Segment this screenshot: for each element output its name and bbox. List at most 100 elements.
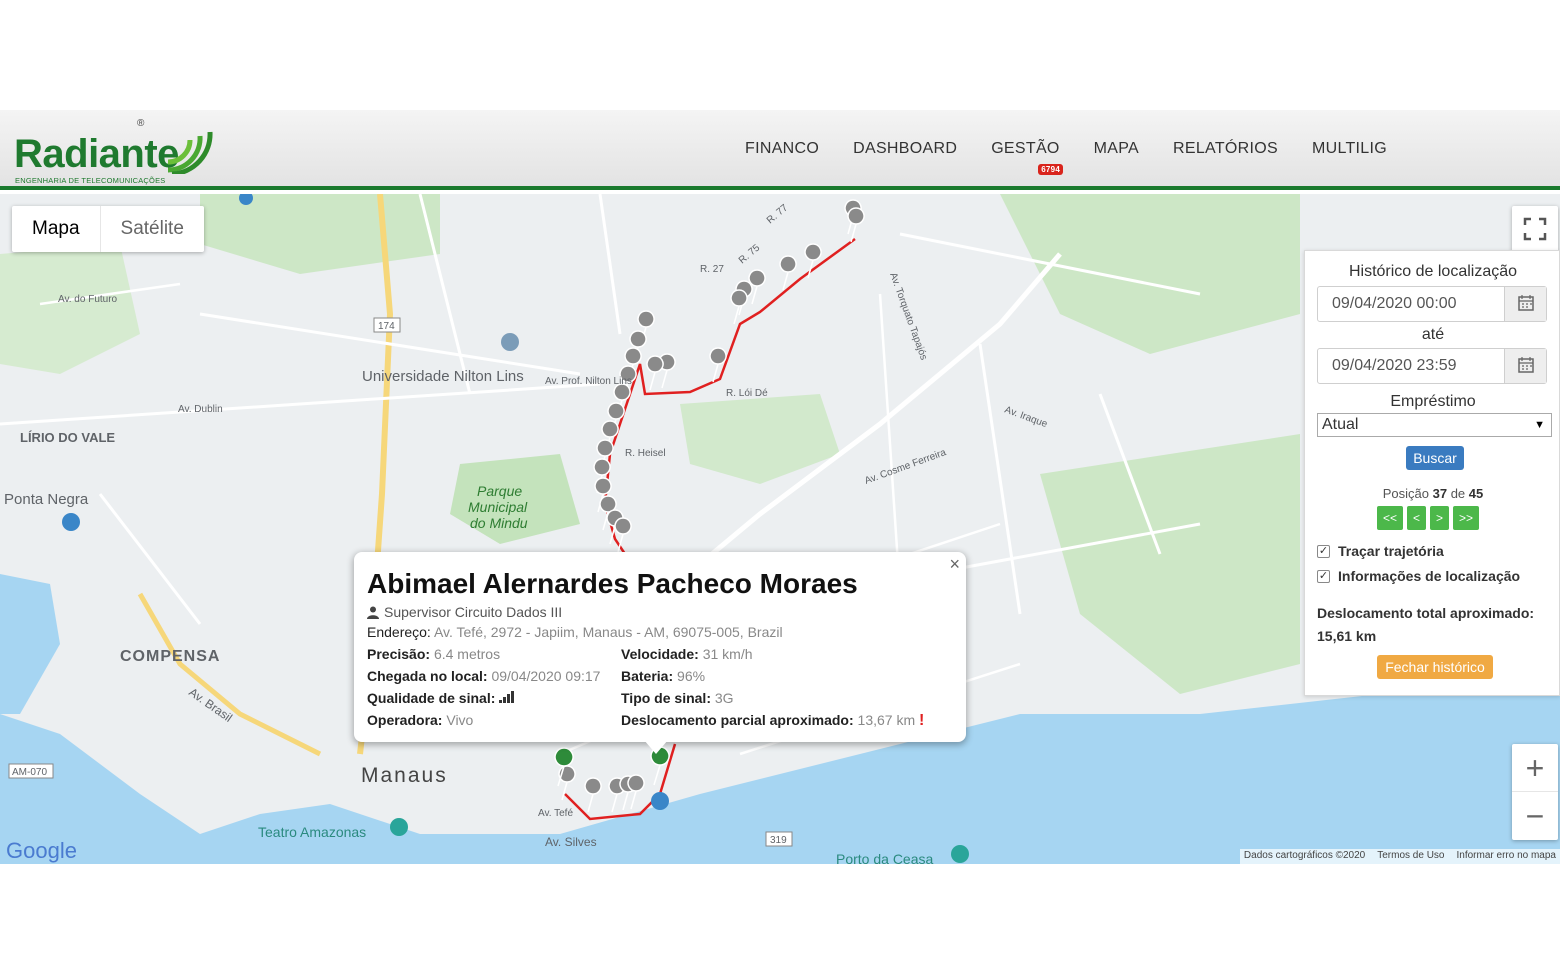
location-info-window: × Abimael Alernardes Pacheco Moraes Supe… (354, 552, 966, 754)
nav-relatorios[interactable]: RELATÓRIOS (1173, 140, 1278, 158)
fullscreen-button[interactable] (1512, 206, 1558, 252)
map-label-ponta-negra: Ponta Negra (4, 491, 89, 508)
operator-label: Operadora: (367, 712, 443, 728)
map-label-dublin: Av. Dublin (178, 404, 223, 415)
fullscreen-icon (1523, 217, 1547, 241)
address-line: Endereço: Av. Tefé, 2972 - Japiim, Manau… (367, 624, 783, 640)
map-label-mindu: do Mindu (470, 515, 528, 531)
trajectory-checkbox-row[interactable]: ✓ Traçar trajetória (1317, 543, 1444, 559)
ponta-negra-poi-icon (62, 513, 80, 531)
search-button[interactable]: Buscar (1406, 446, 1464, 470)
operator-line: Operadora: Vivo (367, 712, 473, 728)
notification-badge: 6794 (1038, 164, 1064, 175)
arrival-value: 09/04/2020 09:17 (491, 668, 601, 684)
map-label-nilton-lins: Av. Prof. Nilton Lins (545, 376, 632, 387)
location-info-label: Informações de localização (1338, 568, 1521, 584)
map-label-porto: Porto da Ceasa (836, 851, 933, 864)
terms-link[interactable]: Termos de Uso (1377, 850, 1444, 863)
date-from-value: 09/04/2020 00:00 (1332, 295, 1457, 312)
nav-dashboard[interactable]: DASHBOARD (853, 140, 957, 158)
map-label-lirio: LÍRIO DO VALE (20, 430, 115, 445)
next-position-button[interactable]: > (1430, 506, 1450, 530)
zoom-in-button[interactable]: + (1512, 744, 1558, 792)
alert-icon: ! (919, 712, 925, 729)
speed-label: Velocidade: (621, 646, 699, 662)
position-of: de (1450, 486, 1466, 501)
top-header: Radiante ® ENGENHARIA DE TELECOMUNICAÇÕE… (0, 110, 1560, 190)
arrival-label: Chegada no local: (367, 668, 488, 684)
precision-label: Precisão: (367, 646, 431, 662)
date-to-input[interactable]: 09/04/2020 23:59 (1317, 348, 1547, 384)
total-distance-label: Deslocamento total aproximado: (1317, 605, 1535, 621)
person-role-text: Supervisor Circuito Dados III (384, 604, 563, 620)
teatro-poi-icon (390, 818, 408, 836)
date-from-calendar-button[interactable] (1504, 287, 1546, 321)
map-canvas[interactable]: Universidade Nilton Lins LÍRIO DO VALE P… (0, 194, 1560, 864)
last-position-button[interactable]: >> (1453, 506, 1480, 530)
partial-distance-label: Deslocamento parcial aproximado: (621, 712, 854, 728)
loan-label: Empréstimo (1390, 393, 1476, 410)
trajectory-checkbox[interactable]: ✓ (1317, 544, 1330, 558)
brand-tagline: ENGENHARIA DE TELECOMUNICAÇÕES (15, 176, 166, 185)
position-indicator: Posição 37 de 45 (1305, 486, 1560, 501)
signal-quality-line: Qualidade de sinal: (367, 690, 517, 706)
studio-poi-icon (651, 792, 669, 810)
map-label-parque: Parque (477, 483, 522, 499)
map-type-control: Mapa Satélite (12, 206, 204, 252)
nav-mapa[interactable]: MAPA (1094, 140, 1139, 158)
precision-value: 6.4 metros (433, 646, 501, 662)
map-type-satellite-button[interactable]: Satélite (99, 206, 204, 252)
panel-title: Histórico de localização (1348, 263, 1518, 280)
map-label-heisel: R. Heisel (625, 448, 666, 459)
info-close-button[interactable]: × (949, 554, 960, 575)
map-label-cosme: Av. Cosme Ferreira (863, 447, 948, 487)
person-role: Supervisor Circuito Dados III (367, 604, 562, 620)
operator-value: Vivo (446, 712, 474, 728)
first-position-button[interactable]: << (1377, 506, 1404, 530)
signal-waves-icon (167, 131, 213, 174)
nav-gestao[interactable]: GESTÃO 6794 (991, 140, 1064, 175)
nav-financo[interactable]: FINANCO (745, 140, 819, 158)
signal-quality-label: Qualidade de sinal: (367, 690, 496, 706)
lake-water (0, 574, 60, 714)
date-from-input[interactable]: 09/04/2020 00:00 (1317, 286, 1547, 322)
map-label-av-silves: Av. Silves (545, 835, 597, 849)
loan-select[interactable]: Atual ▼ (1317, 413, 1552, 437)
date-to-calendar-button[interactable] (1504, 349, 1546, 383)
nav-gestao-label: GESTÃO (991, 140, 1060, 157)
map-label-am070: AM-070 (12, 767, 47, 778)
nav-multilig[interactable]: MULTILIG (1312, 140, 1387, 158)
location-info-checkbox[interactable]: ✓ (1317, 569, 1330, 583)
until-label: até (1421, 326, 1445, 343)
speed-value: 31 km/h (702, 646, 753, 662)
brand-logo[interactable]: Radiante ® ENGENHARIA DE TELECOMUNICAÇÕE… (12, 114, 222, 186)
report-error-link[interactable]: Informar erro no mapa (1457, 850, 1557, 863)
porto-poi-icon (951, 845, 969, 863)
map-type-map-button[interactable]: Mapa (12, 206, 100, 252)
brand-name: Radiante (14, 132, 179, 176)
green-area-west (0, 244, 140, 374)
info-window-tail (644, 740, 668, 754)
map-label-iraque: Av. Iraque (1003, 404, 1049, 430)
map-label-r75: R. 75 (737, 242, 763, 266)
loan-selected-value: Atual (1322, 416, 1359, 433)
position-total: 45 (1468, 486, 1484, 501)
signal-type-label: Tipo de sinal: (621, 690, 711, 706)
map-label-futuro: Av. do Futuro (58, 294, 118, 305)
green-area-north (200, 194, 440, 274)
precision-line: Precisão: 6.4 metros (367, 646, 500, 662)
previous-position-button[interactable]: < (1407, 506, 1427, 530)
close-history-button[interactable]: Fechar histórico (1377, 655, 1493, 679)
map-label-r77: R. 77 (765, 202, 791, 226)
trajectory-label: Traçar trajetória (1338, 543, 1444, 559)
map-attribution: Dados cartográficos ©2020 Termos de Uso … (1239, 849, 1560, 864)
partial-distance-value: 13,67 km (857, 712, 916, 728)
location-info-checkbox-row[interactable]: ✓ Informações de localização (1317, 568, 1520, 584)
calendar-icon (1518, 295, 1534, 311)
zoom-out-button[interactable]: − (1512, 792, 1558, 840)
map-label-tefe: Av. Tefé (538, 808, 573, 819)
user-icon (367, 606, 379, 619)
partial-distance-line: Deslocamento parcial aproximado: 13,67 k… (621, 712, 924, 730)
location-history-panel: Histórico de localização 09/04/2020 00:0… (1304, 250, 1560, 696)
university-poi-icon (501, 333, 519, 351)
